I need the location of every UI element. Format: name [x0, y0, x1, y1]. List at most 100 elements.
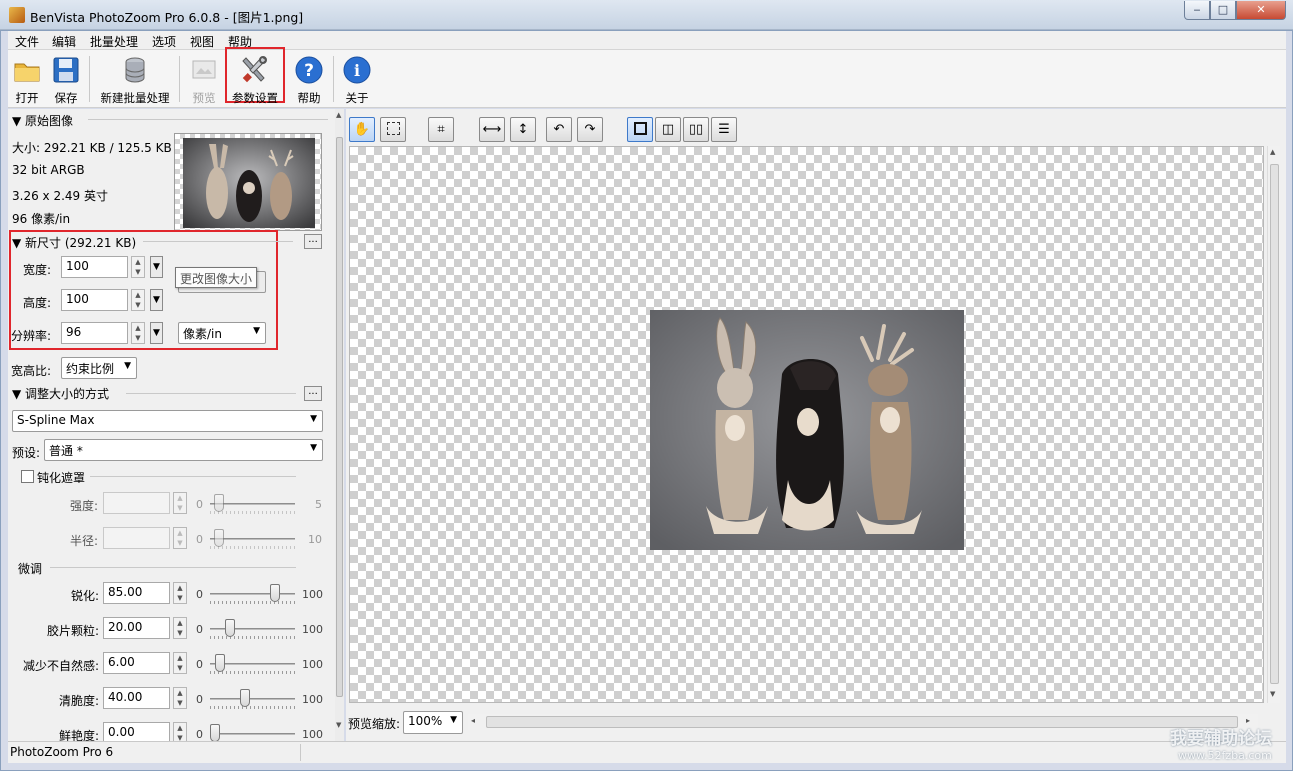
sharpen-min: 0: [196, 588, 203, 601]
preview-hscroll[interactable]: ◂ ▸: [468, 714, 1258, 730]
crispness-spinner[interactable]: ▲ ▼: [173, 687, 187, 709]
scroll-down-icon[interactable]: ▼: [1270, 690, 1275, 698]
height-field[interactable]: 100: [61, 289, 128, 311]
preset-select[interactable]: 普通 * ▼: [44, 439, 323, 461]
original-image-header[interactable]: ▼ 原始图像: [12, 112, 73, 129]
slider-track: [210, 628, 295, 630]
panel-scrollbar[interactable]: ▲ ▼: [335, 109, 344, 741]
resolution-unit-select[interactable]: 像素/in ▼: [178, 322, 266, 344]
slider-thumb[interactable]: [214, 529, 224, 547]
vividness-field[interactable]: 0.00: [103, 722, 170, 741]
slider-ticks: [210, 601, 295, 604]
stacked-view-button[interactable]: ☰: [711, 117, 737, 142]
close-button[interactable]: ✕: [1236, 1, 1286, 20]
vividness-spinner[interactable]: ▲ ▼: [173, 722, 187, 741]
new-size-more-button[interactable]: ...: [304, 234, 322, 249]
slider-thumb[interactable]: [214, 494, 224, 512]
preview-button[interactable]: 预览: [186, 50, 222, 108]
preview-zoom-select[interactable]: 100% ▼: [403, 711, 463, 734]
save-button[interactable]: 保存: [48, 50, 84, 108]
crop-button[interactable]: ⌗: [428, 117, 454, 142]
new-batch-label: 新建批量处理: [100, 91, 170, 105]
flip-vertical-button[interactable]: ↕: [510, 117, 536, 142]
scroll-up-icon[interactable]: ▲: [1270, 148, 1275, 156]
help-button[interactable]: ? 帮助: [291, 50, 327, 108]
rotate-left-button[interactable]: ↶: [546, 117, 572, 142]
artifact-reduction-field[interactable]: 6.00: [103, 652, 170, 674]
method-more-button[interactable]: ...: [304, 386, 322, 401]
preview-canvas[interactable]: [349, 146, 1264, 703]
settings-button[interactable]: 参数设置: [225, 47, 285, 105]
open-label: 打开: [15, 91, 39, 105]
radius-label: 半径:: [70, 534, 99, 548]
radius-field[interactable]: [103, 527, 170, 549]
sharpen-spinner[interactable]: ▲ ▼: [173, 582, 187, 604]
split-view-button[interactable]: ◫: [655, 117, 681, 142]
strength-spinner[interactable]: ▲ ▼: [173, 492, 187, 514]
menu-file[interactable]: 文件: [15, 33, 39, 50]
flip-horizontal-button[interactable]: ⟷: [479, 117, 505, 142]
slider-thumb[interactable]: [215, 654, 225, 672]
radius-slider[interactable]: [210, 529, 295, 549]
scrollbar-thumb[interactable]: [486, 716, 1238, 728]
algorithm-select[interactable]: S-Spline Max ▼: [12, 410, 323, 432]
resize-method-header[interactable]: ▼ 调整大小的方式: [12, 385, 109, 402]
rotate-right-icon: ↷: [584, 122, 596, 137]
film-grain-field[interactable]: 20.00: [103, 617, 170, 639]
slider-thumb[interactable]: [240, 689, 250, 707]
strength-field[interactable]: [103, 492, 170, 514]
height-unit-dropdown[interactable]: ▼: [150, 289, 163, 311]
unsharp-mask-label: 钝化遮罩: [37, 471, 86, 485]
width-field[interactable]: 100: [61, 256, 128, 278]
pan-tool-button[interactable]: ✋: [349, 117, 375, 142]
crispness-field[interactable]: 40.00: [103, 687, 170, 709]
scroll-left-icon[interactable]: ◂: [471, 716, 475, 725]
resolution-field[interactable]: 96: [61, 322, 128, 344]
slider-thumb[interactable]: [225, 619, 235, 637]
height-spinner[interactable]: ▲ ▼: [131, 289, 145, 311]
scroll-down-icon[interactable]: ▼: [336, 721, 341, 729]
menu-edit[interactable]: 编辑: [52, 33, 76, 50]
resolution-unit-dropdown[interactable]: ▼: [150, 322, 163, 344]
scroll-up-icon[interactable]: ▲: [336, 111, 341, 119]
slider-thumb[interactable]: [210, 724, 220, 741]
rotate-right-button[interactable]: ↷: [577, 117, 603, 142]
new-batch-button[interactable]: 新建批量处理: [96, 50, 174, 108]
slider-thumb[interactable]: [270, 584, 280, 602]
tools-icon: [242, 56, 267, 83]
vividness-slider[interactable]: [210, 724, 295, 741]
width-unit-dropdown[interactable]: ▼: [150, 256, 163, 278]
database-icon: [125, 57, 145, 83]
strength-slider[interactable]: [210, 494, 295, 514]
aspect-ratio-select[interactable]: 约束比例 ▼: [61, 357, 137, 379]
sharpen-slider[interactable]: [210, 584, 295, 604]
divider: [88, 119, 328, 120]
new-size-header[interactable]: ▼ 新尺寸 (292.21 KB): [12, 234, 136, 251]
unsharp-mask-checkbox[interactable]: [21, 470, 34, 483]
selection-tool-button[interactable]: [380, 117, 406, 142]
save-label: 保存: [54, 91, 78, 105]
toolbar-separator: [179, 56, 180, 102]
menu-batch[interactable]: 批量处理: [90, 33, 138, 50]
scrollbar-thumb[interactable]: [336, 137, 343, 697]
artifact-reduction-spinner[interactable]: ▲ ▼: [173, 652, 187, 674]
original-size: 大小: 292.21 KB / 125.5 KB: [12, 141, 172, 155]
film-grain-slider[interactable]: [210, 619, 295, 639]
single-view-button[interactable]: [627, 117, 653, 142]
menu-view[interactable]: 视图: [190, 33, 214, 50]
preview-vscroll[interactable]: ▲ ▼: [1267, 146, 1280, 703]
resolution-spinner[interactable]: ▲ ▼: [131, 322, 145, 344]
minimize-button[interactable]: ‒: [1184, 1, 1210, 20]
open-button[interactable]: 打开: [8, 50, 46, 108]
menu-options[interactable]: 选项: [152, 33, 176, 50]
maximize-button[interactable]: □: [1210, 1, 1236, 20]
side-by-side-button[interactable]: ▯▯: [683, 117, 709, 142]
crispness-slider[interactable]: [210, 689, 295, 709]
artifact-reduction-slider[interactable]: [210, 654, 295, 674]
sharpen-field[interactable]: 85.00: [103, 582, 170, 604]
width-spinner[interactable]: ▲ ▼: [131, 256, 145, 278]
radius-spinner[interactable]: ▲ ▼: [173, 527, 187, 549]
scrollbar-thumb[interactable]: [1270, 164, 1279, 684]
about-button[interactable]: i 关于: [339, 50, 375, 108]
film-grain-spinner[interactable]: ▲ ▼: [173, 617, 187, 639]
